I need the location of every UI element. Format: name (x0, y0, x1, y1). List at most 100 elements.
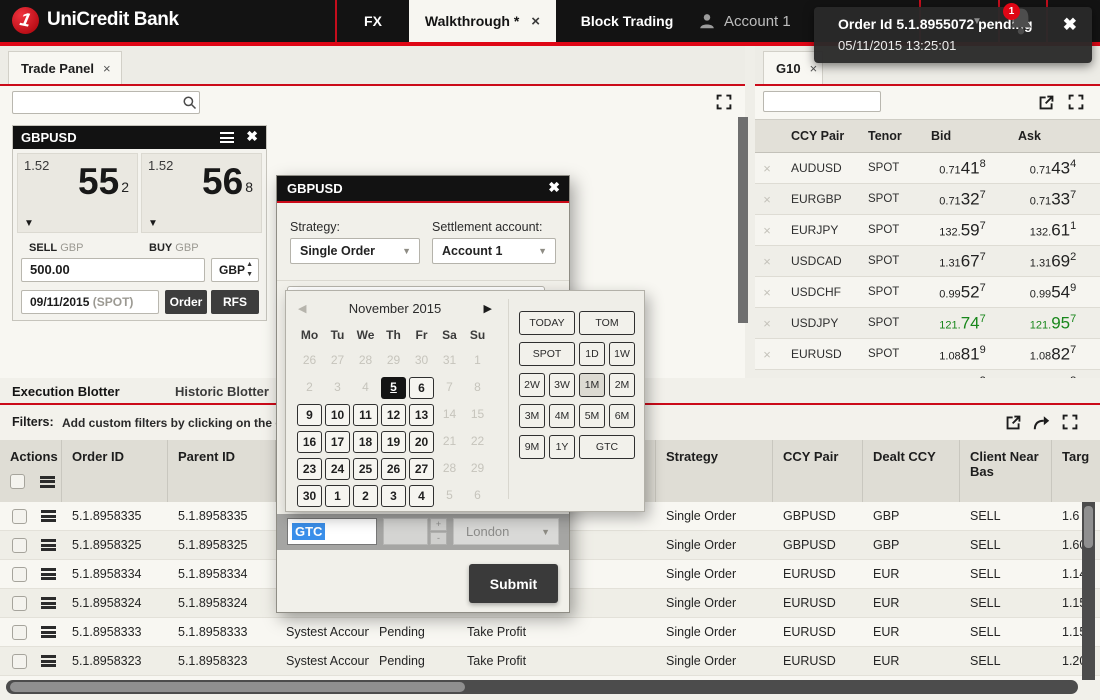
previous-month-icon[interactable]: ◀ (298, 302, 306, 315)
column-header[interactable]: Parent ID (168, 440, 276, 502)
calendar-day[interactable]: 20 (409, 431, 434, 453)
tenor-9m-button[interactable]: 9M (519, 435, 545, 459)
quote-ask-price[interactable]: 1.08827 (1006, 344, 1100, 364)
rfs-button[interactable]: RFS (211, 290, 259, 314)
row-checkbox[interactable] (12, 509, 27, 524)
column-header[interactable]: CCY Pair (773, 440, 863, 502)
remove-quote-icon[interactable]: × (755, 254, 779, 269)
tab-trade-panel[interactable]: Trade Panel × (8, 51, 122, 84)
row-checkbox[interactable] (12, 567, 27, 582)
currency-stepper[interactable]: GBP ▲▼ (211, 258, 259, 282)
column-header[interactable]: Client Near Bas (960, 440, 1052, 502)
menu-icon[interactable] (220, 132, 234, 143)
column-header-tenor[interactable]: Tenor (856, 129, 919, 143)
tab-fx[interactable]: FX (337, 0, 409, 42)
close-icon[interactable]: × (531, 13, 540, 30)
calendar-day[interactable]: 18 (353, 431, 378, 453)
row-checkbox[interactable] (12, 625, 27, 640)
row-menu-icon[interactable] (41, 597, 56, 609)
quote-bid-price[interactable]: 0.71418 (919, 158, 1006, 178)
row-menu-icon[interactable] (41, 539, 56, 551)
quote-ask-price[interactable]: 1.31692 (1006, 251, 1100, 271)
menu-icon[interactable] (40, 476, 55, 488)
expiry-text-input[interactable]: GTC (287, 518, 377, 545)
column-header[interactable]: Dealt CCY (863, 440, 960, 502)
column-header-bid[interactable]: Bid (919, 129, 1006, 143)
quote-row[interactable]: ×EURUSDSPOT1.088191.08827 (755, 339, 1100, 370)
calendar-day[interactable]: 10 (325, 404, 350, 426)
instrument-search-input[interactable] (12, 91, 200, 114)
quote-row[interactable]: ×GBPUSDSPOT1.525521.52568 (755, 370, 1100, 378)
pop-out-icon[interactable] (1005, 414, 1022, 436)
calendar-day[interactable]: 16 (297, 431, 322, 453)
tenor-2w-button[interactable]: 2W (519, 373, 545, 397)
amount-input[interactable]: 500.00 (21, 258, 205, 282)
bid-price-tile[interactable]: 1.52 552 ▼ (17, 153, 138, 233)
calendar-day[interactable]: 2 (353, 485, 378, 507)
column-header-ask[interactable]: Ask (1006, 129, 1100, 143)
calendar-day[interactable]: 17 (325, 431, 350, 453)
share-icon[interactable] (1033, 414, 1051, 437)
calendar-day[interactable]: 6 (409, 377, 434, 399)
calendar-day[interactable]: 11 (353, 404, 378, 426)
fullscreen-icon[interactable] (716, 94, 732, 115)
quote-row[interactable]: ×USDCADSPOT1.316771.31692 (755, 246, 1100, 277)
quote-bid-price[interactable]: 121.747 (919, 313, 1006, 333)
column-header[interactable]: Actions (0, 440, 62, 502)
tenor-3m-button[interactable]: 3M (519, 404, 545, 428)
quote-row[interactable]: ×USDJPYSPOT121.747121.957 (755, 308, 1100, 339)
calendar-day[interactable]: 25 (353, 458, 378, 480)
calendar-day[interactable]: 24 (325, 458, 350, 480)
notification-toast[interactable]: Order Id 5.1.8955072 pending 05/11/2015 … (814, 7, 1092, 63)
tenor-6m-button[interactable]: 6M (609, 404, 635, 428)
quote-bid-price[interactable]: 0.99527 (919, 282, 1006, 302)
tenor-4m-button[interactable]: 4M (549, 404, 575, 428)
account-menu[interactable]: Account 1 (698, 0, 791, 42)
row-menu-icon[interactable] (41, 510, 56, 522)
strategy-select[interactable]: Single Order ▼ (290, 238, 420, 264)
row-menu-icon[interactable] (41, 568, 56, 580)
quote-ask-price[interactable]: 0.99549 (1006, 282, 1100, 302)
pop-out-icon[interactable] (1038, 94, 1055, 116)
vertical-scrollbar[interactable] (1082, 502, 1095, 680)
chevron-down-icon[interactable]: ▼ (972, 16, 982, 27)
row-checkbox[interactable] (12, 596, 27, 611)
close-icon[interactable]: ✖ (548, 179, 560, 196)
tenor-2m-button[interactable]: 2M (609, 373, 635, 397)
calendar-day[interactable]: 26 (381, 458, 406, 480)
close-icon[interactable]: × (103, 61, 111, 76)
quote-row[interactable]: ×EURJPYSPOT132.597132.611 (755, 215, 1100, 246)
calendar-day[interactable]: 3 (381, 485, 406, 507)
quote-row[interactable]: ×EURGBPSPOT0.713270.71337 (755, 184, 1100, 215)
widget-header[interactable]: GBPUSD ✖ (13, 126, 266, 149)
close-icon[interactable]: ✖ (246, 128, 258, 145)
calendar-day[interactable]: 9 (297, 404, 322, 426)
remove-quote-icon[interactable]: × (755, 285, 779, 300)
remove-quote-icon[interactable]: × (755, 161, 779, 176)
vertical-scrollbar[interactable] (738, 117, 748, 323)
tenor-1y-button[interactable]: 1Y (549, 435, 575, 459)
calendar-day[interactable]: 1 (325, 485, 350, 507)
settlement-account-select[interactable]: Account 1 ▼ (432, 238, 556, 264)
minus-button[interactable]: - (430, 532, 447, 545)
quote-row[interactable]: ×USDCHFSPOT0.995270.99549 (755, 277, 1100, 308)
column-header[interactable]: Strategy (656, 440, 773, 502)
scrollbar-thumb[interactable] (1084, 506, 1093, 548)
quote-bid-price[interactable]: 1.08819 (919, 344, 1006, 364)
tab-walkthrough[interactable]: Walkthrough * × (409, 0, 556, 42)
row-checkbox[interactable] (12, 538, 27, 553)
table-row[interactable]: 5.1.89583335.1.8958333Systest Account 1P… (0, 618, 1100, 647)
tenor-5m-button[interactable]: 5M (579, 404, 605, 428)
calendar-day[interactable]: 27 (409, 458, 434, 480)
quote-ask-price[interactable]: 0.71434 (1006, 158, 1100, 178)
calendar-day[interactable]: 12 (381, 404, 406, 426)
row-menu-icon[interactable] (41, 626, 56, 638)
tenor-tom-button[interactable]: TOM (579, 311, 635, 335)
tenor-1w-button[interactable]: 1W (609, 342, 635, 366)
scrollbar-thumb[interactable] (10, 682, 465, 692)
tab-execution-blotter[interactable]: Execution Blotter (12, 384, 120, 399)
fullscreen-icon[interactable] (1062, 414, 1078, 435)
column-header[interactable]: Order ID (62, 440, 168, 502)
remove-quote-icon[interactable]: × (755, 316, 779, 331)
quote-bid-price[interactable]: 1.31677 (919, 251, 1006, 271)
